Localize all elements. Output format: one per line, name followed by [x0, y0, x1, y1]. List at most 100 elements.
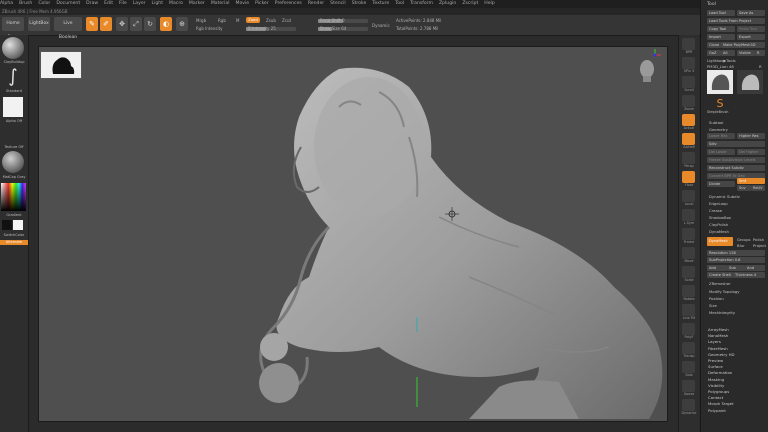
- shelf-button-icon[interactable]: [682, 57, 695, 69]
- menu-item[interactable]: Texture: [372, 1, 389, 6]
- edgeloop-section[interactable]: EdgeLoop: [709, 201, 728, 206]
- scale-icon[interactable]: ⤢: [130, 17, 142, 31]
- dynamesh-section[interactable]: DynaMesh: [709, 229, 729, 234]
- meshintegrity-section[interactable]: MeshIntegrity: [709, 310, 735, 315]
- visible-button[interactable]: Visible: [737, 50, 755, 56]
- copy-tool-button[interactable]: Copy Tool: [707, 26, 735, 32]
- blur-slider[interactable]: Blur: [737, 243, 745, 248]
- load-tool-button[interactable]: Load Tool: [707, 10, 735, 16]
- shelf-button-icon[interactable]: [682, 399, 695, 411]
- shelf-button-icon[interactable]: [682, 133, 695, 145]
- and-button[interactable]: And: [745, 265, 765, 271]
- dynamesh-button[interactable]: DynaMesh: [707, 237, 733, 246]
- claypolish-section[interactable]: ClayPolish: [709, 222, 728, 227]
- modify-topology-section[interactable]: Modify Topology: [709, 289, 740, 294]
- export-button[interactable]: Export: [737, 34, 765, 40]
- material-sphere-icon[interactable]: [2, 151, 24, 173]
- zadd-button[interactable]: Zadd: [246, 17, 260, 23]
- material-icon[interactable]: ◐: [160, 17, 172, 31]
- menu-item[interactable]: Material: [211, 1, 230, 6]
- dynamic-toggle[interactable]: Dynamic: [372, 23, 390, 28]
- r-button[interactable]: R: [755, 50, 765, 56]
- load-tools-from-project-button[interactable]: Load Tools From Project: [707, 18, 765, 24]
- make-polymesh-button[interactable]: Make PolyMesh3D: [721, 42, 765, 48]
- paste-tool-button[interactable]: Paste Tool: [737, 26, 765, 32]
- shelf-button-icon[interactable]: [682, 209, 695, 221]
- stroke-icon[interactable]: ∫: [3, 67, 23, 87]
- position-section[interactable]: Position: [709, 296, 724, 301]
- menu-item[interactable]: Document: [56, 1, 80, 6]
- zcut-button[interactable]: Zcut: [282, 18, 291, 23]
- switch-color-button[interactable]: SwitchColor: [0, 233, 28, 237]
- zsub-button[interactable]: Zsub: [266, 18, 276, 23]
- freeze-subdivision-button[interactable]: Freeze SubDivision Levels: [707, 157, 765, 163]
- tool-thumbnail-lion[interactable]: [707, 70, 733, 94]
- shelf-button-icon[interactable]: [682, 228, 695, 240]
- divide-button[interactable]: Divide: [707, 181, 735, 187]
- shelf-button-icon[interactable]: [682, 380, 695, 392]
- tool-thumbnail-lion-gray[interactable]: [737, 70, 763, 94]
- mrgb-toggle[interactable]: Mrgb: [196, 18, 206, 23]
- simple-brush-icon[interactable]: S: [713, 98, 727, 110]
- shelf-button-icon[interactable]: [682, 190, 695, 202]
- shelf-button-icon[interactable]: [682, 76, 695, 88]
- polish-toggle[interactable]: Polish: [753, 237, 764, 242]
- tool-subpalette-item[interactable]: Deformation: [708, 370, 735, 376]
- shelf-button-icon[interactable]: [682, 95, 695, 107]
- menu-item[interactable]: Layer: [133, 1, 146, 6]
- clone-button[interactable]: Clone: [707, 42, 721, 48]
- secondary-color-swatch[interactable]: [13, 220, 23, 230]
- main-color-swatch[interactable]: [2, 220, 12, 230]
- geometry-section[interactable]: Geometry: [709, 127, 728, 132]
- menu-item[interactable]: Marker: [189, 1, 205, 6]
- color-picker[interactable]: [1, 183, 26, 211]
- home-page-button[interactable]: Home Page: [2, 17, 24, 40]
- menu-item[interactable]: Stroke: [352, 1, 367, 6]
- menu-item[interactable]: Color: [38, 1, 50, 6]
- menu-item[interactable]: Zplugin: [439, 1, 456, 6]
- shelf-button-icon[interactable]: [682, 114, 695, 126]
- shelf-button-icon[interactable]: [682, 361, 695, 373]
- menu-item[interactable]: Stencil: [330, 1, 346, 6]
- del-lower-button[interactable]: Del Lower: [707, 149, 735, 155]
- menu-item[interactable]: Help: [484, 1, 494, 6]
- sdiv-slider[interactable]: Sdiv: [707, 141, 765, 147]
- menu-item[interactable]: File: [119, 1, 127, 6]
- menu-item[interactable]: Edit: [104, 1, 113, 6]
- shelf-button-icon[interactable]: [682, 152, 695, 164]
- alternate-button[interactable]: Alternate: [0, 240, 28, 245]
- subtool-section[interactable]: Subtool: [709, 120, 723, 125]
- shelf-button-icon[interactable]: [682, 171, 695, 183]
- menu-item[interactable]: Brush: [19, 1, 32, 6]
- draw-icon[interactable]: ✐: [100, 17, 112, 31]
- reuv-toggle[interactable]: ReUV: [751, 185, 765, 191]
- lower-res-button[interactable]: Lower Res: [707, 133, 735, 139]
- menu-item[interactable]: Picker: [255, 1, 269, 6]
- menu-item[interactable]: Tool: [395, 1, 404, 6]
- menu-item[interactable]: Draw: [86, 1, 98, 6]
- size-section[interactable]: Size: [709, 303, 717, 308]
- menu-item[interactable]: Render: [308, 1, 324, 6]
- tool-subpalette-item[interactable]: Morph Target: [708, 401, 735, 407]
- edit-icon[interactable]: ✎: [86, 17, 98, 31]
- higher-res-button[interactable]: Higher Res: [737, 133, 765, 139]
- document-canvas[interactable]: [38, 46, 668, 422]
- tool-subpalette-item[interactable]: Polypaint: [708, 408, 735, 414]
- live-boolean-button[interactable]: Live Boolean: [54, 17, 82, 40]
- dynamic-subdiv-section[interactable]: Dynamic Subdiv: [709, 194, 740, 199]
- suv-toggle[interactable]: Suv: [737, 185, 751, 191]
- sub-button[interactable]: Sub: [727, 265, 745, 271]
- all-button[interactable]: All: [721, 50, 735, 56]
- shelf-button-icon[interactable]: [682, 38, 695, 50]
- crease-section[interactable]: Crease: [709, 208, 722, 213]
- gyro-icon[interactable]: ⊕: [176, 17, 188, 31]
- lion-sculpture-model[interactable]: [39, 47, 667, 421]
- subprojection-slider[interactable]: SubProjection 0.6: [707, 257, 765, 263]
- import-button[interactable]: Import: [707, 34, 735, 40]
- shelf-button-icon[interactable]: [682, 266, 695, 278]
- shelf-button-icon[interactable]: [682, 304, 695, 316]
- project-toggle[interactable]: Project: [753, 243, 766, 248]
- clay-buildup-brush-icon[interactable]: [2, 37, 24, 59]
- menu-item[interactable]: Movie: [235, 1, 249, 6]
- shelf-button-icon[interactable]: [682, 323, 695, 335]
